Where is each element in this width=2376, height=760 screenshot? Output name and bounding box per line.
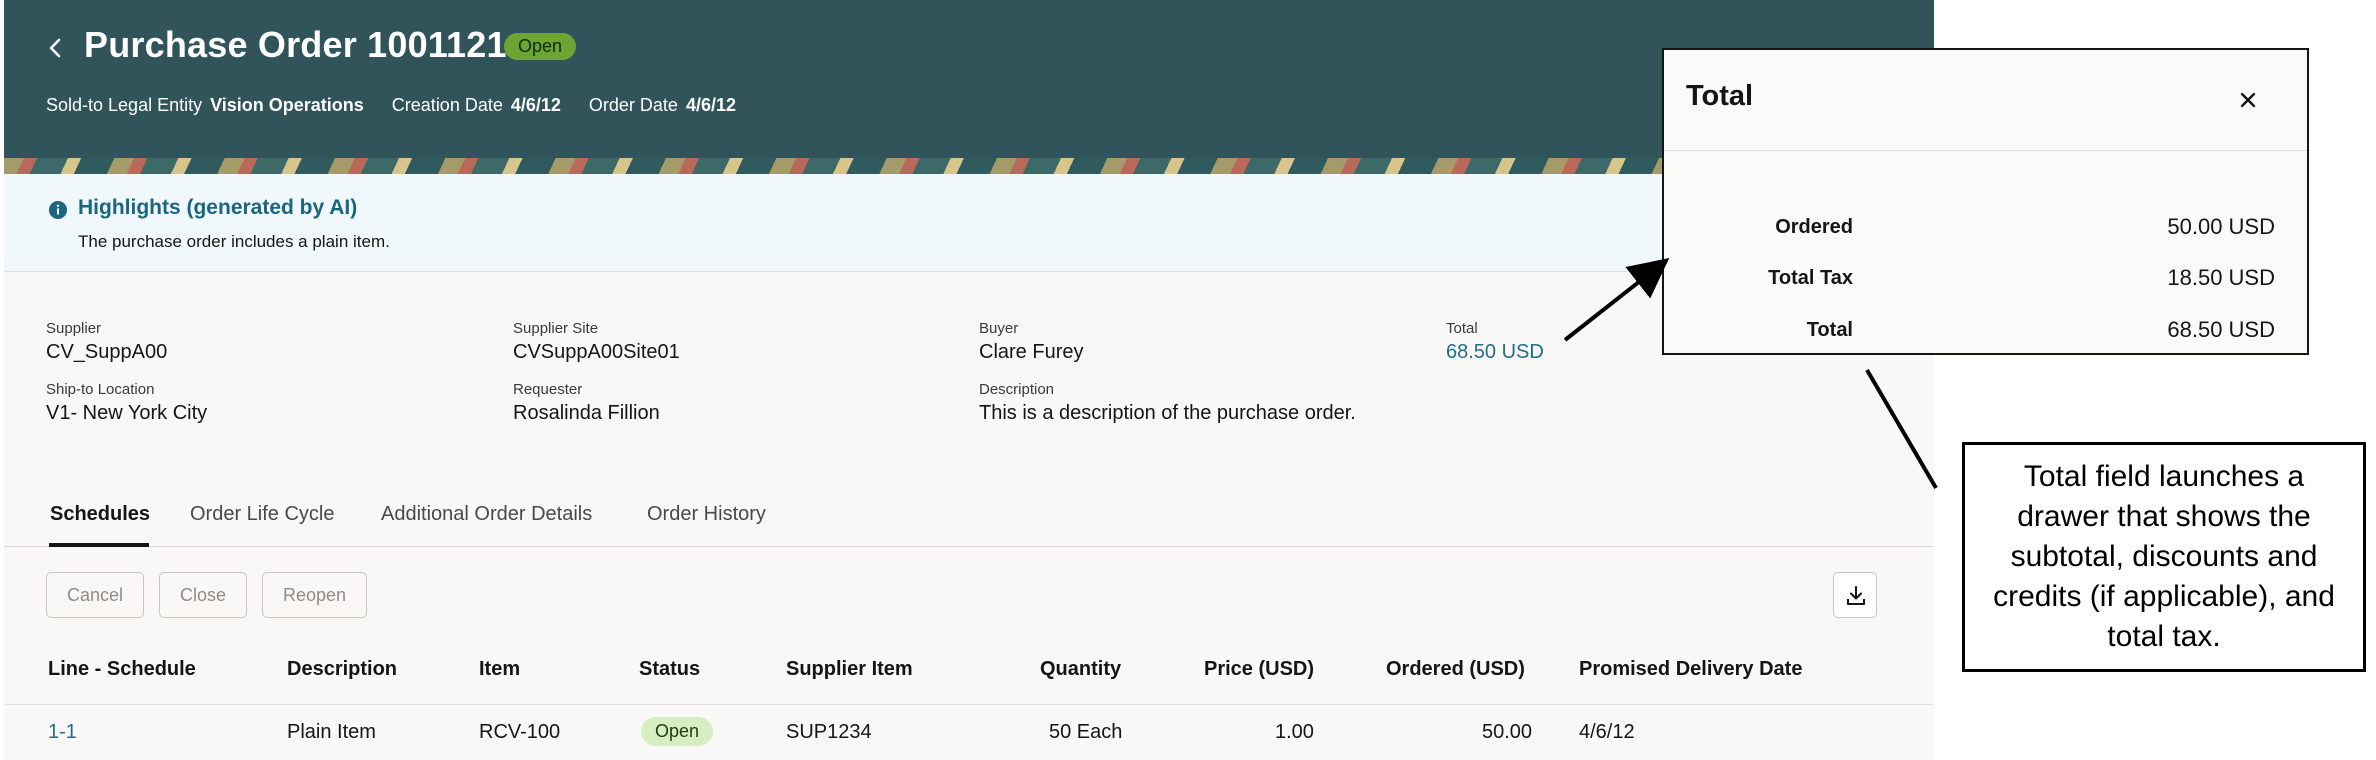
supplier-site-field: Supplier Site CVSuppA00Site01 — [513, 320, 953, 364]
purchase-order-page: Purchase Order 1001121 Open Sold-to Lega… — [4, 0, 1934, 760]
column-header[interactable]: Promised Delivery Date — [1579, 658, 1802, 681]
supplier-site-label: Supplier Site — [513, 320, 599, 337]
drawer-row-ordered: Ordered 50.00 USD — [1664, 210, 2307, 250]
total-row-value: 68.50 USD — [2167, 317, 2275, 342]
download-button[interactable] — [1833, 572, 1877, 618]
table-cell: 1.00 — [1275, 721, 1314, 743]
supplier-label: Supplier — [46, 320, 102, 337]
back-button[interactable] — [44, 30, 68, 66]
sold-to-label: Sold-to Legal Entity — [46, 95, 203, 115]
download-icon — [1847, 586, 1865, 605]
tab-schedules[interactable]: Schedules — [50, 503, 150, 526]
total-tax-value: 18.50 USD — [2167, 265, 2275, 290]
tab-order-life-cycle[interactable]: Order Life Cycle — [190, 503, 335, 526]
schedules-table-header: Line - Schedule Description Item Status … — [4, 650, 1934, 705]
supplier-site-value: CVSuppA00Site01 — [513, 341, 680, 363]
table-row[interactable]: 1-1 Plain Item RCV-100 Open SUP1234 50 E… — [4, 706, 1934, 760]
highlights-text: The purchase order includes a plain item… — [78, 232, 390, 251]
decorative-banner — [4, 158, 1934, 174]
description-label: Description — [979, 381, 1055, 398]
requester-field: Requester Rosalinda Fillion — [513, 381, 953, 425]
table-cell: Plain Item — [287, 721, 376, 743]
ship-to-label: Ship-to Location — [46, 381, 155, 398]
total-drawer: Total Ordered 50.00 USD Total Tax 18.50 … — [1662, 48, 2309, 355]
buyer-label: Buyer — [979, 320, 1019, 337]
table-cell: 4/6/12 — [1579, 721, 1635, 743]
order-date-value: 4/6/12 — [685, 95, 736, 115]
column-header[interactable]: Line - Schedule — [48, 658, 196, 681]
drawer-row-total: Total 68.50 USD — [1664, 313, 2307, 353]
table-cell: 50.00 — [1482, 721, 1533, 743]
column-header[interactable]: Quantity — [1040, 658, 1121, 681]
creation-date-value: 4/6/12 — [510, 95, 561, 115]
column-header[interactable]: Item — [479, 658, 520, 681]
ordered-value: 50.00 USD — [2167, 214, 2275, 239]
page: Purchase Order 1001121 Open Sold-to Lega… — [0, 0, 2376, 760]
close-icon[interactable] — [2234, 86, 2262, 114]
column-header[interactable]: Supplier Item — [786, 658, 913, 681]
description-field: Description This is a description of the… — [979, 381, 1579, 425]
tab-order-history[interactable]: Order History — [647, 503, 766, 526]
line-schedule-link[interactable]: 1-1 — [48, 721, 77, 744]
highlights-title: Highlights (generated by AI) — [78, 196, 358, 219]
header-summary: Sold-to Legal Entity Vision Operations Cre… — [46, 95, 764, 116]
drawer-title: Total — [1686, 80, 1754, 112]
order-date-label: Order Date — [588, 95, 678, 115]
column-header[interactable]: Price (USD) — [1204, 658, 1314, 681]
close-button[interactable]: Close — [159, 572, 248, 618]
info-icon — [49, 201, 67, 219]
active-tab-indicator — [49, 543, 149, 547]
column-header[interactable]: Ordered (USD) — [1386, 658, 1525, 681]
drawer-divider — [1664, 150, 2307, 151]
chevron-left-icon — [49, 38, 61, 58]
page-header: Purchase Order 1001121 Open Sold-to Lega… — [4, 0, 1934, 158]
total-row-label: Total — [1806, 319, 1853, 341]
tab-additional-order-details[interactable]: Additional Order Details — [381, 503, 592, 526]
ordered-label: Ordered — [1775, 216, 1853, 238]
buyer-field: Buyer Clare Furey — [979, 320, 1419, 364]
column-header[interactable]: Status — [639, 658, 700, 681]
creation-date-label: Creation Date — [391, 95, 503, 115]
ai-highlights-panel: Highlights (generated by AI) The purchas… — [4, 174, 1934, 272]
description-value: This is a description of the purchase or… — [979, 402, 1356, 424]
table-cell: 50 Each — [1049, 721, 1123, 743]
requester-value: Rosalinda Fillion — [513, 402, 660, 424]
tab-bar: Schedules Order Life Cycle Additional Or… — [4, 495, 1934, 547]
buyer-value: Clare Furey — [979, 341, 1084, 363]
table-cell: RCV-100 — [479, 721, 561, 743]
page-title: Purchase Order 1001121 — [84, 24, 507, 65]
table-cell: SUP1234 — [786, 721, 872, 743]
requester-label: Requester — [513, 381, 583, 398]
status-badge: Open — [504, 33, 577, 60]
total-tax-label: Total Tax — [1768, 267, 1853, 289]
supplier-field: Supplier CV_SuppA00 — [46, 320, 486, 364]
ship-to-value: V1- New York City — [46, 402, 208, 424]
ship-to-field: Ship-to Location V1- New York City — [46, 381, 486, 425]
annotation-callout: Total field launches a drawer that shows… — [1962, 442, 2366, 672]
reopen-button[interactable]: Reopen — [262, 572, 368, 618]
drawer-row-total-tax: Total Tax 18.50 USD — [1664, 261, 2307, 301]
status-badge: Open — [641, 717, 714, 746]
cancel-button[interactable]: Cancel — [46, 572, 145, 618]
column-header[interactable]: Description — [287, 658, 397, 681]
supplier-value: CV_SuppA00 — [46, 341, 168, 363]
sold-to-value: Vision Operations — [210, 95, 364, 115]
